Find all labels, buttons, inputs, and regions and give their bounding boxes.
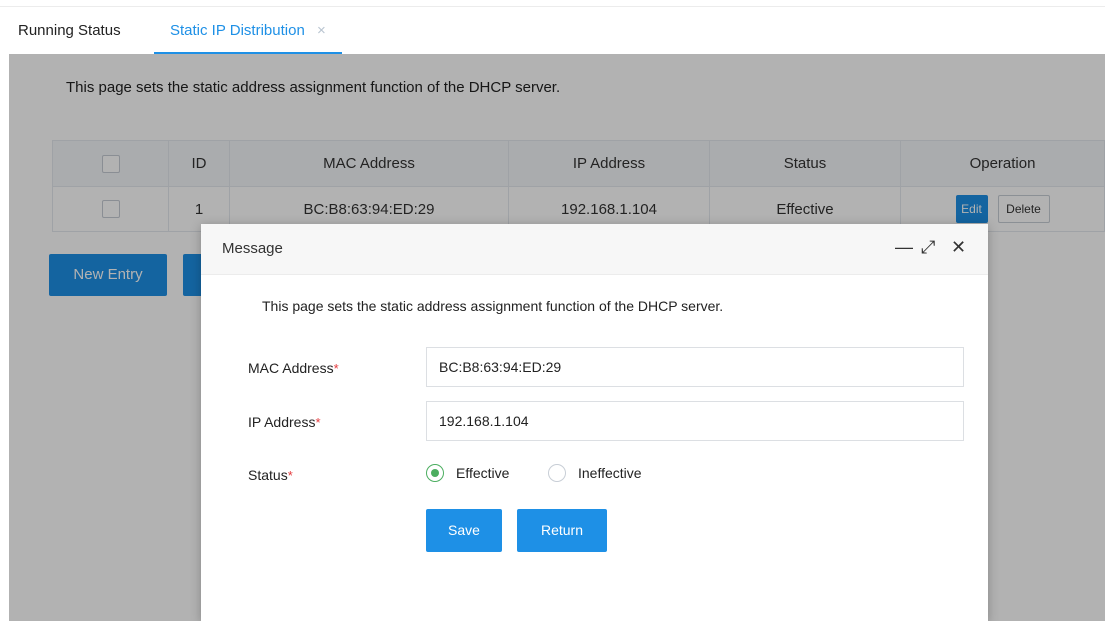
dialog-description: This page sets the static address assign… (262, 298, 724, 314)
tab-bar: Running Status Static IP Distribution × (0, 0, 1105, 54)
tab-static-ip-distribution[interactable]: Static IP Distribution × (154, 22, 342, 54)
status-radio-effective[interactable]: Effective (426, 464, 509, 482)
required-mark: * (333, 361, 339, 376)
tab-label: Static IP Distribution (170, 22, 305, 39)
radio-label: Ineffective (578, 465, 642, 481)
maximize-icon[interactable]: ⤢ (921, 235, 935, 259)
status-radio-ineffective[interactable]: Ineffective (548, 464, 642, 482)
return-button[interactable]: Return (517, 509, 607, 552)
mac-address-input[interactable] (426, 347, 964, 387)
required-mark: * (287, 468, 293, 483)
ip-address-label: IP Address* (248, 414, 321, 430)
required-mark: * (315, 415, 321, 430)
message-dialog: Message — ⤢ ✕ This page sets the static … (201, 224, 988, 621)
radio-label: Effective (456, 465, 510, 481)
status-label: Status* (248, 467, 293, 483)
radio-unchecked-icon[interactable] (548, 464, 566, 482)
radio-checked-icon[interactable] (426, 464, 444, 482)
close-icon[interactable]: ✕ (951, 235, 966, 259)
save-button[interactable]: Save (426, 509, 502, 552)
minimize-icon[interactable]: — (895, 235, 913, 259)
dialog-header: Message — ⤢ ✕ (201, 224, 988, 275)
ip-address-input[interactable] (426, 401, 964, 441)
label-text: IP Address (248, 414, 316, 430)
dialog-title: Message (222, 240, 283, 257)
tab-label: Running Status (18, 22, 121, 39)
label-text: Status (248, 467, 288, 483)
divider (0, 6, 1105, 7)
tab-close-icon[interactable]: × (317, 22, 326, 39)
mac-address-label: MAC Address* (248, 360, 339, 376)
tab-running-status[interactable]: Running Status (18, 22, 121, 52)
label-text: MAC Address (248, 360, 334, 376)
